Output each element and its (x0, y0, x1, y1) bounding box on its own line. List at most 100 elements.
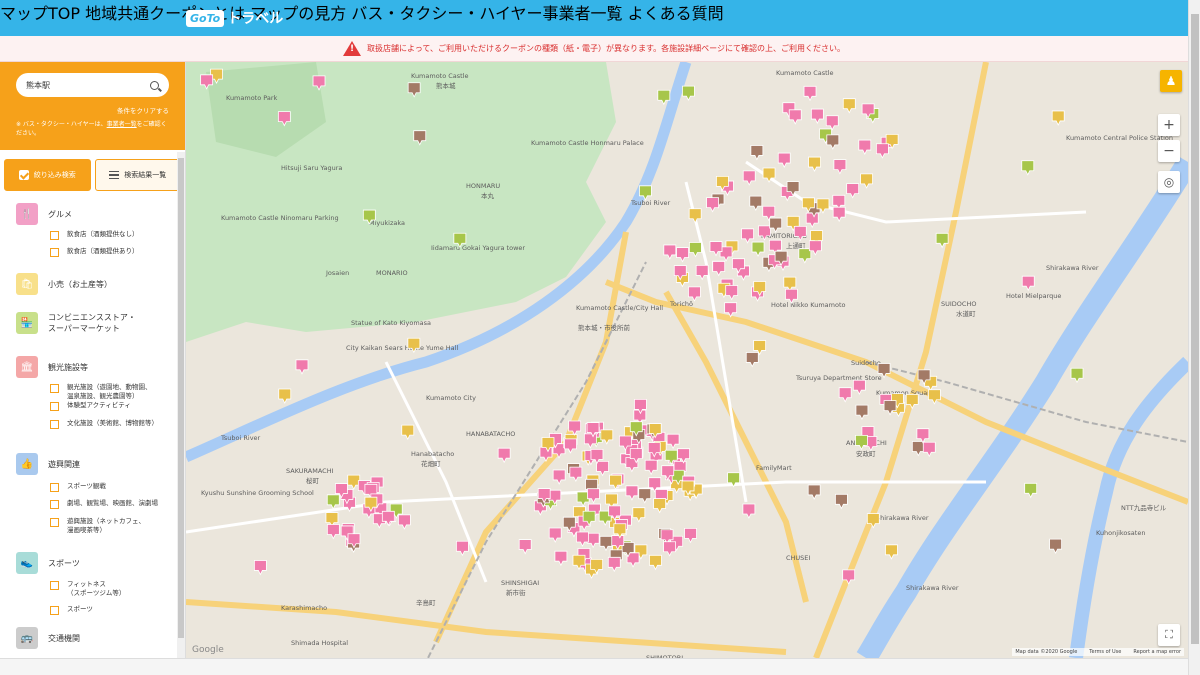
filter-option-label: フィットネス （スポーツジム等） (67, 580, 126, 597)
filter-checkbox[interactable] (50, 248, 59, 257)
retail-marker-icon (885, 544, 898, 560)
filter-category[interactable]: 👟 スポーツ (0, 552, 80, 574)
filter-option-label: 観光施設（遊園地、動物園、 温泉施設、観光農園等） (67, 383, 152, 400)
retail-marker-icon (401, 424, 415, 441)
tab-search-results[interactable]: 検索結果一覧 (94, 159, 181, 191)
filter-category[interactable]: 🍴 グルメ (0, 203, 72, 225)
goto-travel-logo[interactable]: GoTo トラベル (186, 8, 283, 28)
gourmet-marker-icon (922, 441, 936, 458)
category-icon: 🛍 (16, 273, 38, 295)
leisure-marker-icon (1049, 538, 1062, 555)
map-place-label: Hotel Nikko Kumamoto (771, 301, 846, 309)
filter-category[interactable]: 🏪 コンビニエンスストア・ スーパーマーケット (0, 312, 136, 334)
filter-option[interactable]: 劇場、観覧場、映画館、演劇場 (50, 499, 158, 509)
filter-checkbox[interactable] (50, 420, 59, 429)
report-map-error-link[interactable]: Report a map error (1133, 649, 1181, 655)
terms-of-use-link[interactable]: Terms of Use (1089, 649, 1121, 655)
search-icon[interactable] (150, 80, 159, 90)
retail-marker-icon (808, 156, 821, 172)
filter-category[interactable]: 🏛 観光施設等 (0, 356, 88, 378)
filter-checkbox[interactable] (50, 518, 59, 527)
nav-transport-operators[interactable]: バス・タクシー・ハイヤー事業者一覧 (351, 4, 622, 23)
gourmet-marker-icon (554, 550, 568, 567)
nav-faq[interactable]: よくある質問 (628, 4, 724, 23)
page-scrollbar[interactable] (1188, 0, 1200, 675)
gourmet-marker-icon (569, 466, 583, 482)
filter-checkbox[interactable] (50, 402, 59, 411)
gourmet-marker-icon (846, 183, 860, 199)
filter-option[interactable]: 遊興施設（ネットカフェ、 漫画喫茶等） (50, 517, 145, 535)
filter-option[interactable]: 文化施設（美術館、博物館等） (50, 419, 158, 429)
map-place-label: 水道町 (956, 309, 976, 318)
filter-option-label: 体験型アクティビティ (67, 401, 131, 409)
filter-option-label: 文化施設（美術館、博物館等） (67, 419, 158, 427)
gourmet-marker-icon (607, 556, 621, 573)
category-label: グルメ (48, 209, 72, 219)
category-icon: 🏪 (16, 312, 38, 334)
map-place-label: Torichō (669, 300, 693, 308)
map-canvas[interactable]: Kumamoto Castle熊本城Kumamoto Castle Honmar… (186, 62, 1188, 658)
filter-option[interactable]: 飲食店（酒類提供あり） (50, 247, 139, 257)
fullscreen-icon[interactable]: ⛶ (1158, 624, 1180, 646)
filter-checkbox[interactable] (50, 581, 59, 590)
filter-option[interactable]: 体験型アクティビティ (50, 401, 131, 411)
gourmet-marker-icon (666, 433, 680, 450)
gourmet-marker-icon (398, 514, 411, 530)
filter-option[interactable]: スポーツ観戦 (50, 482, 106, 492)
map-place-label: 花畑町 (421, 459, 441, 468)
filter-option[interactable]: スポーツ (50, 605, 93, 615)
sidebar-scroll-thumb[interactable] (178, 158, 184, 638)
filter-category[interactable]: 🛍 小売（お土産等） (0, 273, 112, 295)
gourmet-marker-icon (838, 387, 852, 403)
operator-list-link[interactable]: 事業者一覧 (107, 121, 137, 128)
map-place-label: MONARIO (376, 269, 408, 277)
tab-filter-search[interactable]: 絞り込み検索 (4, 159, 91, 191)
map-place-label: 安政町 (856, 449, 876, 458)
zoom-in-button[interactable]: + (1158, 114, 1180, 136)
transport-note-prefix: ※ バス・タクシー・ハイヤーは、 (16, 121, 107, 128)
my-location-icon[interactable]: ◎ (1158, 171, 1180, 193)
map-place-label: Kumamoto Park (226, 94, 278, 102)
filter-option[interactable]: フィットネス （スポーツジム等） (50, 580, 125, 598)
gourmet-marker-icon (676, 247, 689, 263)
clear-conditions-link[interactable]: 条件をクリアする (16, 105, 169, 115)
filter-checkbox[interactable] (50, 483, 59, 492)
top-header: GoTo トラベル マップTOP 地域共通クーポンとは マップの見方 バス・タク… (0, 0, 1188, 36)
search-input[interactable]: 熊本駅 (16, 73, 169, 97)
gourmet-marker-icon (552, 469, 566, 485)
filter-option[interactable]: 観光施設（遊園地、動物園、 温泉施設、観光農園等） (50, 383, 152, 401)
filter-category[interactable]: 🚌 交通機関 (0, 627, 80, 649)
filter-option[interactable]: 飲食店（酒類提供なし） (50, 230, 139, 240)
map-place-label: 本丸 (481, 191, 495, 200)
gourmet-marker-icon (695, 264, 709, 281)
category-label: スポーツ (48, 558, 80, 568)
map-place-label: Shirakawa River (876, 514, 929, 522)
filter-option-label: スポーツ (67, 605, 93, 613)
gourmet-marker-icon (456, 540, 469, 557)
filter-checkbox[interactable] (50, 231, 59, 240)
map-place-label: Shimada Hospital (291, 639, 348, 647)
sidebar-scrollbar[interactable] (177, 152, 185, 658)
map-place-label: SUIDOCHO (941, 300, 976, 308)
zoom-out-button[interactable]: − (1158, 140, 1180, 162)
leisure-marker-icon (911, 441, 925, 457)
map-place-label: SAKURAMACHI (286, 467, 334, 475)
leisure-marker-icon (745, 352, 759, 368)
filter-option-label: 飲食店（酒類提供なし） (67, 230, 139, 238)
map-place-label: Kumamoto Castle Honmaru Palace (531, 139, 644, 147)
gourmet-marker-icon (663, 244, 677, 260)
street-view-pegman-icon[interactable]: ♟ (1160, 70, 1182, 92)
map-place-label: Kumamoto Castle (411, 72, 469, 80)
filter-checkbox[interactable] (50, 500, 59, 509)
gourmet-marker-icon (712, 261, 726, 277)
filter-category[interactable]: 👍 遊興関連 (0, 453, 80, 475)
gourmet-marker-icon (1021, 275, 1035, 292)
filter-checkbox[interactable] (50, 606, 59, 615)
page-scroll-thumb[interactable] (1191, 14, 1199, 644)
gourmet-marker-icon (876, 143, 889, 159)
filter-checkbox[interactable] (50, 384, 59, 393)
nav-map-top[interactable]: マップTOP (0, 4, 80, 23)
map-place-label: City Kaikan Sears Home Yume Hall (346, 344, 458, 352)
map-place-label: Statue of Kato Kiyomasa (351, 319, 431, 327)
coupon-map[interactable]: Kumamoto Castle 熊本城 Kumamoto Castle Honmar… (186, 62, 1188, 658)
